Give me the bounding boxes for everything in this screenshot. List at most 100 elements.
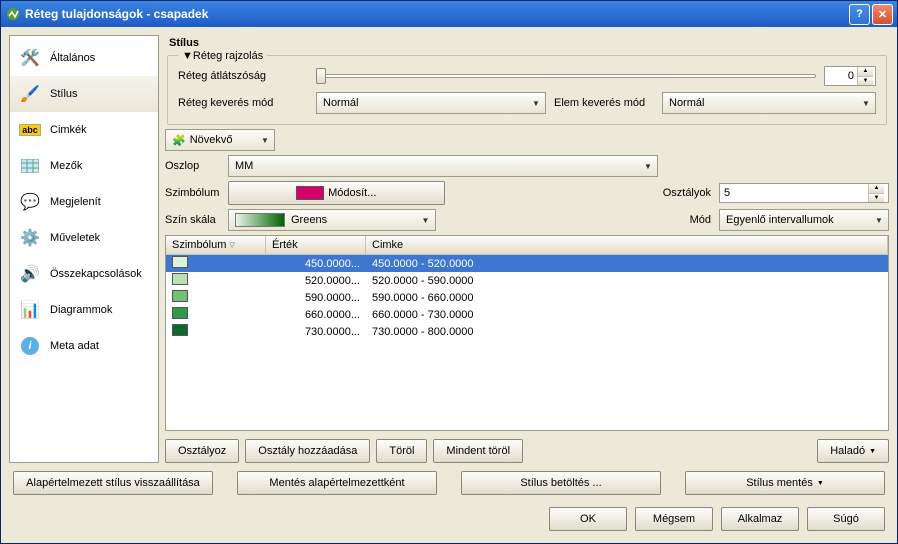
color-ramp-combo[interactable]: Greens▼ xyxy=(228,209,436,231)
sidebar-item-label: Cimkék xyxy=(50,124,87,136)
blend-label: Réteg keverés mód xyxy=(178,97,308,109)
sidebar-item-label: Összekapcsolások xyxy=(50,268,142,280)
opacity-spinbox[interactable]: ▲▼ xyxy=(824,66,876,86)
delete-button[interactable]: Töröl xyxy=(376,439,427,463)
dialog-window: Réteg tulajdonságok - csapadek ? ✕ 🛠️ Ál… xyxy=(0,0,898,544)
table-row[interactable]: 520.0000...520.0000 - 590.0000 xyxy=(166,272,888,289)
sidebar-item-label: Diagrammok xyxy=(50,304,112,316)
ramp-gradient xyxy=(235,213,285,227)
wrench-icon: 🛠️ xyxy=(18,47,42,69)
add-class-button[interactable]: Osztály hozzáadása xyxy=(245,439,370,463)
change-symbol-button[interactable]: Módosít... xyxy=(228,181,445,205)
table-row[interactable]: 660.0000...660.0000 - 730.0000 xyxy=(166,306,888,323)
renderer-icon: 🧩 xyxy=(172,134,186,147)
opacity-slider[interactable] xyxy=(316,67,816,85)
chevron-down-icon: ▼ xyxy=(417,216,435,225)
tooltip-icon: 💬 xyxy=(18,191,42,213)
sidebar-item-actions[interactable]: ⚙️ Műveletek xyxy=(10,220,158,256)
panel-title: Stílus xyxy=(165,35,889,51)
sidebar-item-diagrams[interactable]: 📊 Diagrammok xyxy=(10,292,158,328)
class-swatch xyxy=(172,256,188,268)
spin-down[interactable]: ▼ xyxy=(869,194,884,203)
class-value: 450.0000... xyxy=(266,258,366,270)
chevron-down-icon: ▼ xyxy=(527,99,545,108)
sidebar-item-label: Általános xyxy=(50,52,95,64)
opacity-input[interactable] xyxy=(825,67,857,85)
titlebar[interactable]: Réteg tulajdonságok - csapadek ? ✕ xyxy=(1,1,897,27)
apply-button[interactable]: Alkalmaz xyxy=(721,507,799,531)
help-button[interactable]: Súgó xyxy=(807,507,885,531)
sidebar-item-joins[interactable]: 🔊 Összekapcsolások xyxy=(10,256,158,292)
chevron-down-icon: ▼ xyxy=(870,216,888,225)
table-row[interactable]: 730.0000...730.0000 - 800.0000 xyxy=(166,323,888,340)
class-value: 660.0000... xyxy=(266,309,366,321)
sort-icon: ▽ xyxy=(229,241,234,249)
classify-button[interactable]: Osztályoz xyxy=(165,439,239,463)
category-sidebar: 🛠️ Általános 🖌️ Stílus abc Cimkék Mezők … xyxy=(9,35,159,463)
table-header: Szimbólum ▽ Érték Cimke xyxy=(166,236,888,255)
col-symbol[interactable]: Szimbólum ▽ xyxy=(166,236,266,254)
opacity-label: Réteg átlátszóság xyxy=(178,70,308,82)
delete-all-button[interactable]: Mindent töröl xyxy=(433,439,523,463)
layer-blend-combo[interactable]: Normál▼ xyxy=(316,92,546,114)
render-groupbox: ▼ Réteg rajzolás Réteg átlátszóság ▲▼ xyxy=(167,55,887,125)
sidebar-item-display[interactable]: 💬 Megjelenít xyxy=(10,184,158,220)
spin-up[interactable]: ▲ xyxy=(869,184,884,194)
spin-down[interactable]: ▼ xyxy=(858,77,873,86)
sidebar-item-style[interactable]: 🖌️ Stílus xyxy=(10,76,158,112)
class-value: 590.0000... xyxy=(266,292,366,304)
sidebar-item-labels[interactable]: abc Cimkék xyxy=(10,112,158,148)
sidebar-item-general[interactable]: 🛠️ Általános xyxy=(10,40,158,76)
chevron-down-icon: ▼ xyxy=(869,448,876,455)
chart-icon: 📊 xyxy=(18,299,42,321)
sidebar-item-label: Stílus xyxy=(50,88,78,100)
load-style-button[interactable]: Stílus betöltés ... xyxy=(461,471,661,495)
restore-default-style-button[interactable]: Alapértelmezett stílus visszaállítása xyxy=(13,471,213,495)
groupbox-toggle[interactable]: ▼ Réteg rajzolás xyxy=(178,50,267,62)
chevron-down-icon: ▼ xyxy=(817,480,824,487)
classes-label: Osztályok xyxy=(651,187,711,199)
class-label: 450.0000 - 520.0000 xyxy=(366,258,888,270)
class-swatch xyxy=(172,324,188,336)
close-titlebar-button[interactable]: ✕ xyxy=(872,4,893,25)
sidebar-item-label: Meta adat xyxy=(50,340,99,352)
sidebar-item-label: Műveletek xyxy=(50,232,100,244)
advanced-button[interactable]: Haladó ▼ xyxy=(817,439,889,463)
feature-blend-label: Elem keverés mód xyxy=(554,97,654,109)
save-default-style-button[interactable]: Mentés alapértelmezettként xyxy=(237,471,437,495)
save-style-button[interactable]: Stílus mentés ▼ xyxy=(685,471,885,495)
feature-blend-combo[interactable]: Normál▼ xyxy=(662,92,876,114)
join-icon: 🔊 xyxy=(18,263,42,285)
info-icon: i xyxy=(18,335,42,357)
ramp-label: Szín skála xyxy=(165,214,220,226)
column-label: Oszlop xyxy=(165,160,220,172)
table-row[interactable]: 590.0000...590.0000 - 660.0000 xyxy=(166,289,888,306)
sidebar-item-fields[interactable]: Mezők xyxy=(10,148,158,184)
column-combo[interactable]: MM▼ xyxy=(228,155,658,177)
class-mode-combo[interactable]: Egyenlő intervallumok▼ xyxy=(719,209,889,231)
chevron-down-icon: ▼ xyxy=(857,99,875,108)
table-icon xyxy=(18,155,42,177)
brush-icon: 🖌️ xyxy=(18,83,42,105)
spin-up[interactable]: ▲ xyxy=(858,67,873,77)
class-swatch xyxy=(172,290,188,302)
chevron-down-icon: ▼ xyxy=(639,162,657,171)
class-swatch xyxy=(172,307,188,319)
cancel-button[interactable]: Mégsem xyxy=(635,507,713,531)
app-icon xyxy=(5,6,21,22)
ok-button[interactable]: OK xyxy=(549,507,627,531)
help-titlebar-button[interactable]: ? xyxy=(849,4,870,25)
table-row[interactable]: 450.0000...450.0000 - 520.0000 xyxy=(166,255,888,272)
sidebar-item-metadata[interactable]: i Meta adat xyxy=(10,328,158,364)
symbol-swatch xyxy=(296,186,324,200)
mode-label: Mód xyxy=(651,214,711,226)
col-label[interactable]: Cimke xyxy=(366,236,888,254)
classes-table[interactable]: Szimbólum ▽ Érték Cimke 450.0000...450.0… xyxy=(165,235,889,431)
sidebar-item-label: Megjelenít xyxy=(50,196,101,208)
gear-icon: ⚙️ xyxy=(18,227,42,249)
renderer-mode-combo[interactable]: 🧩 Növekvő▼ xyxy=(165,129,275,151)
symbol-label: Szimbólum xyxy=(165,187,220,199)
col-value[interactable]: Érték xyxy=(266,236,366,254)
classes-spinbox[interactable]: ▲▼ xyxy=(719,183,889,203)
classes-input[interactable] xyxy=(720,184,868,202)
